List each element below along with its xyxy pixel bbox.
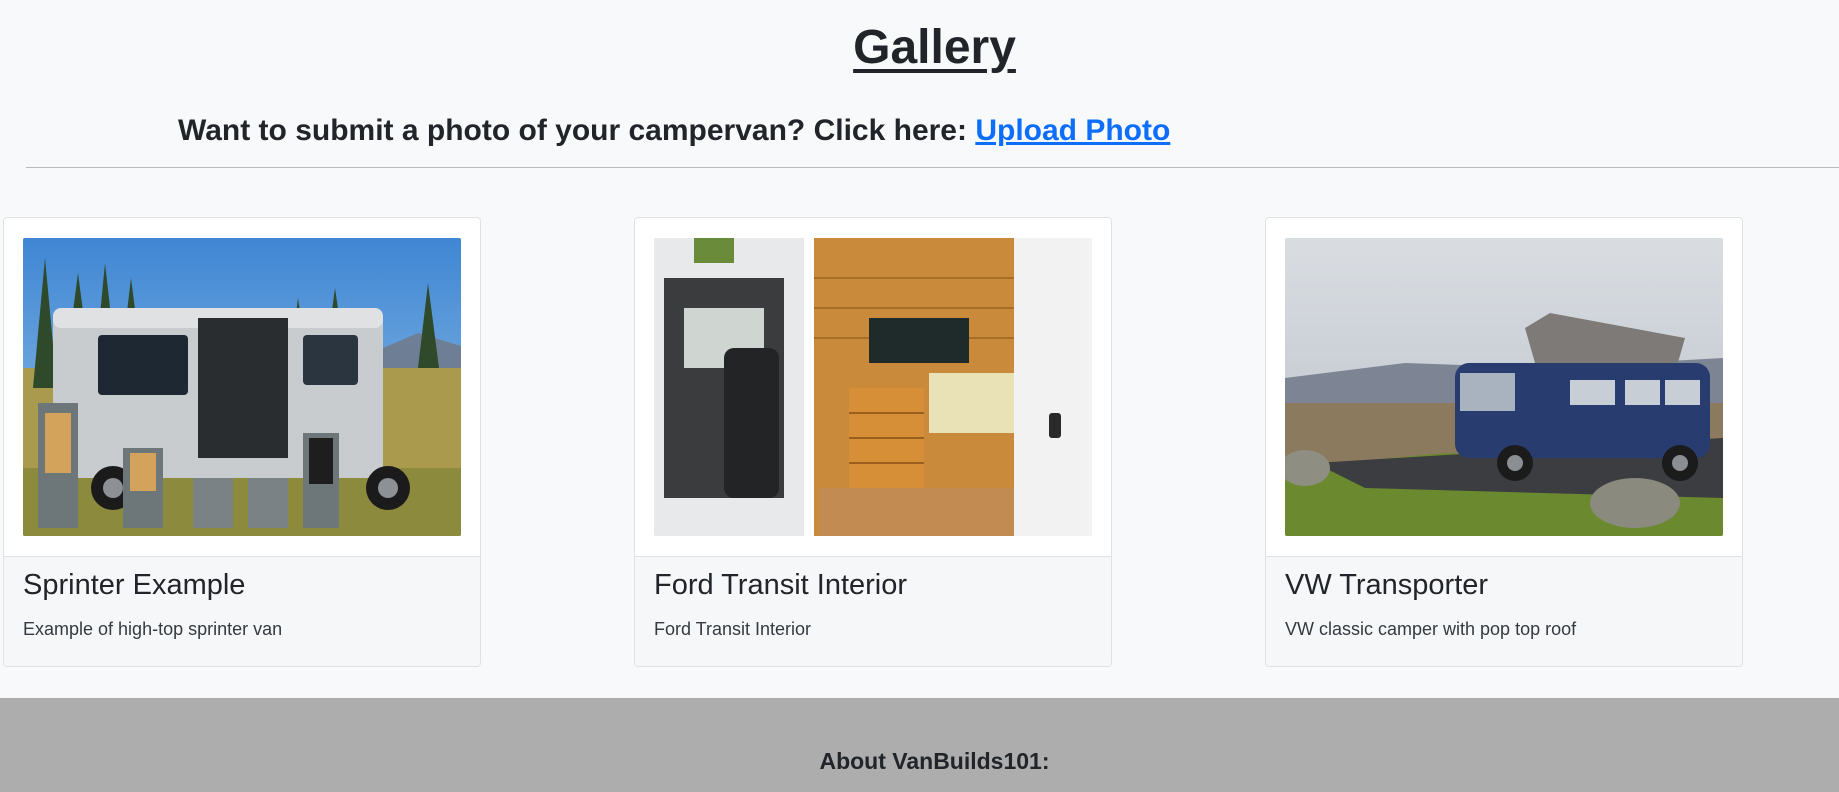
card-title: Sprinter Example xyxy=(23,569,246,601)
upload-prompt: Want to submit a photo of your campervan… xyxy=(178,114,1170,148)
card-title: Ford Transit Interior xyxy=(654,569,908,601)
gallery-card-vw-transporter[interactable]: VW Transporter VW classic camper with po… xyxy=(1265,217,1743,667)
page-title: Gallery xyxy=(853,21,1016,74)
card-text: VW classic camper with pop top roof xyxy=(1285,619,1577,639)
card-title: VW Transporter xyxy=(1285,569,1489,601)
sprinter-van-photo[interactable] xyxy=(23,238,461,536)
upload-photo-link[interactable]: Upload Photo xyxy=(975,114,1170,147)
card-text: Example of high-top sprinter van xyxy=(23,619,283,639)
footer: About VanBuilds101: xyxy=(0,698,1839,792)
gallery-card-sprinter[interactable]: Sprinter Example Example of high-top spr… xyxy=(3,217,481,667)
divider xyxy=(26,167,1839,168)
upload-prompt-text: Want to submit a photo of your campervan… xyxy=(178,114,967,147)
card-body: VW Transporter VW classic camper with po… xyxy=(1266,556,1742,666)
ford-transit-interior-photo[interactable] xyxy=(654,238,1092,536)
gallery-card-ford-transit[interactable]: Ford Transit Interior Ford Transit Inter… xyxy=(634,217,1112,667)
footer-about-heading: About VanBuilds101: xyxy=(819,748,1050,774)
card-body: Sprinter Example Example of high-top spr… xyxy=(4,556,480,666)
vw-transporter-photo[interactable] xyxy=(1285,238,1723,536)
card-text: Ford Transit Interior xyxy=(654,619,812,639)
card-body: Ford Transit Interior Ford Transit Inter… xyxy=(635,556,1111,666)
